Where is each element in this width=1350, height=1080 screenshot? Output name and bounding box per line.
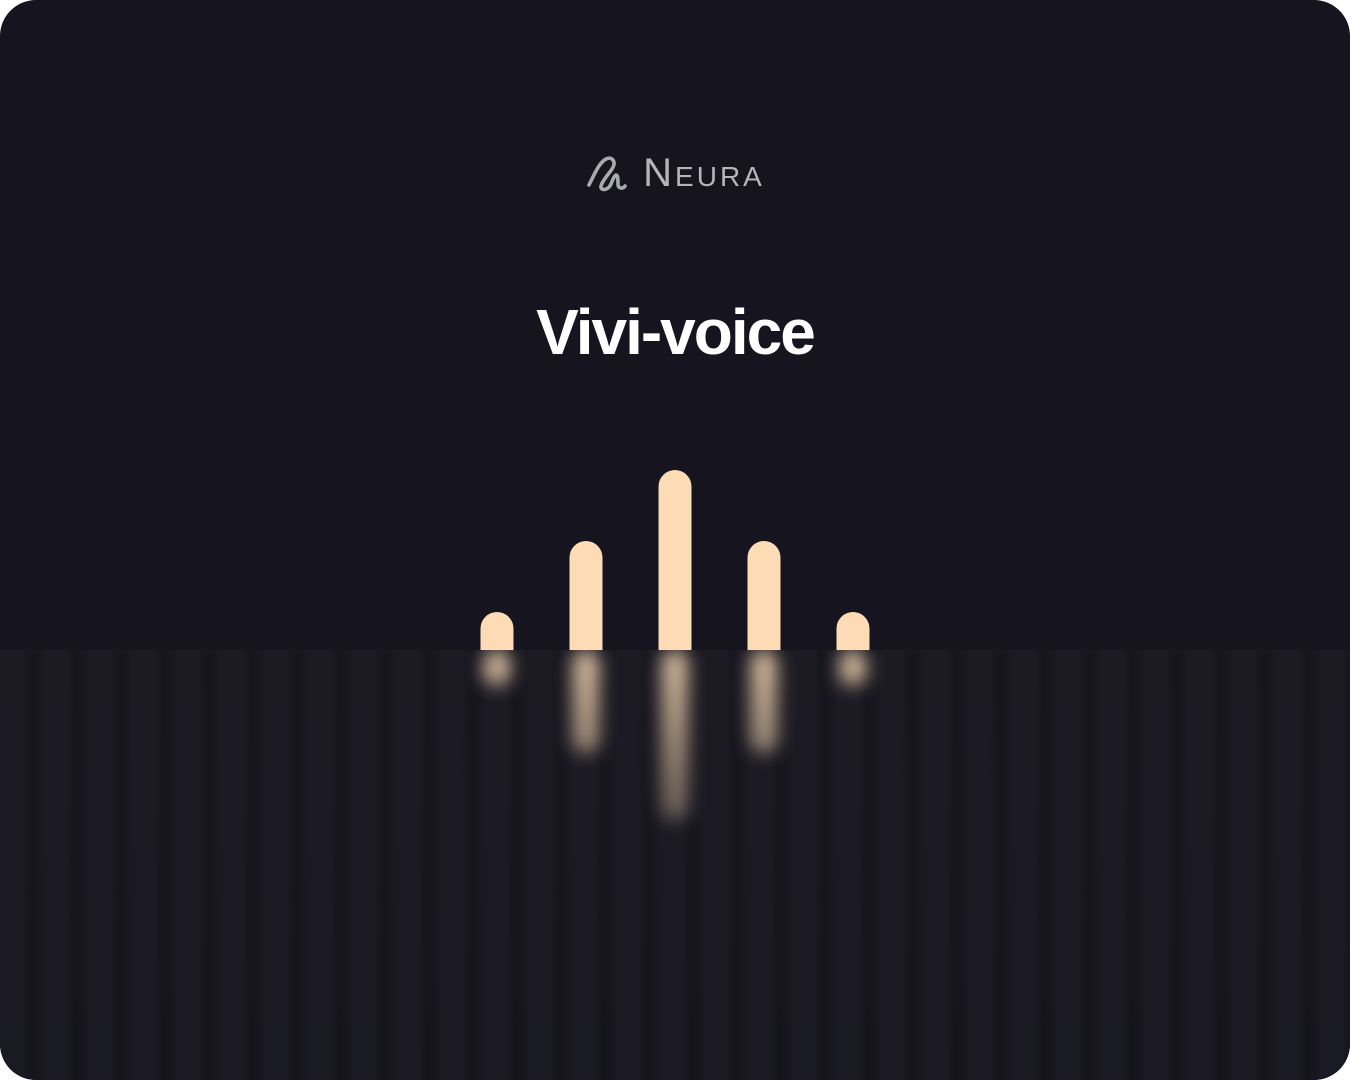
app-window: Neura Vivi-voice bbox=[0, 0, 1350, 1080]
waveform-icon[interactable] bbox=[0, 440, 1350, 880]
waveform-bar-reflection bbox=[572, 650, 600, 754]
brand-name: Neura bbox=[643, 151, 765, 195]
waveform-bar-reflection bbox=[839, 650, 867, 687]
waveform-bar-reflection bbox=[483, 650, 511, 687]
waveform-bar-reflection bbox=[661, 650, 689, 821]
waveform-bar-reflection bbox=[750, 650, 778, 754]
brand-logo: Neura bbox=[0, 150, 1350, 196]
neura-logo-icon bbox=[587, 156, 627, 192]
app-title: Vivi-voice bbox=[536, 296, 816, 368]
